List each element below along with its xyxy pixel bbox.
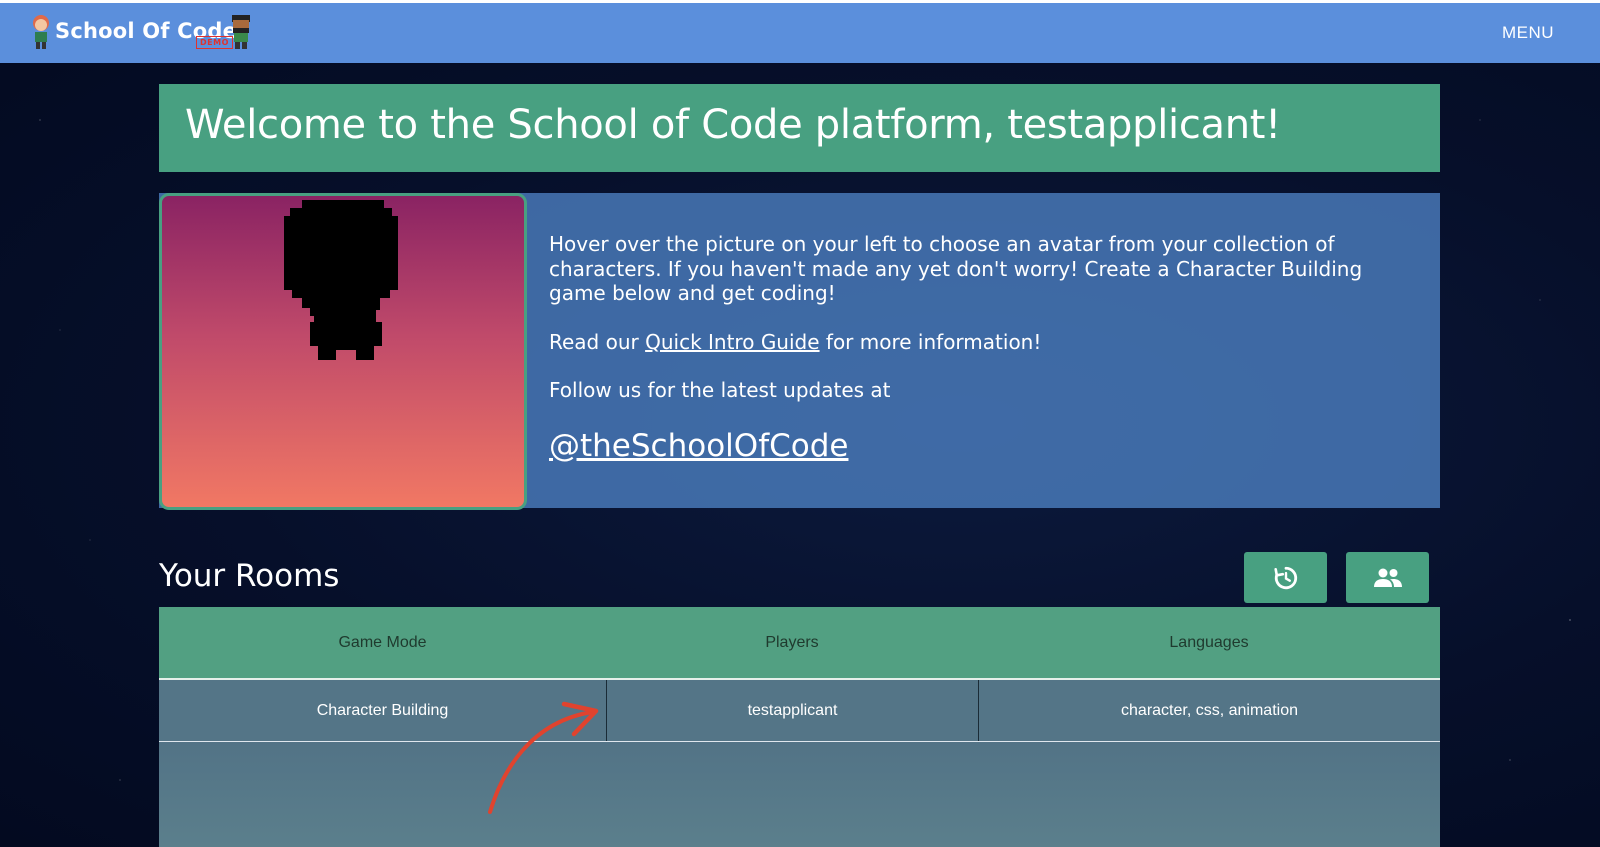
logo-character-right-icon	[232, 15, 250, 49]
intro-paragraph: Hover over the picture on your left to c…	[549, 232, 1363, 305]
table-header: Game Mode Players Languages	[159, 607, 1440, 680]
refresh-rooms-button[interactable]	[1244, 552, 1327, 603]
column-header-game-mode[interactable]: Game Mode	[159, 607, 606, 678]
welcome-title: Welcome to the School of Code platform, …	[185, 102, 1281, 148]
annotation-arrow-icon	[488, 701, 599, 814]
guide-prefix: Read our	[549, 329, 646, 354]
your-rooms-title: Your Rooms	[159, 558, 340, 594]
guide-line: Read our Quick Intro Guide for more info…	[549, 330, 1409, 355]
menu-button[interactable]: MENU	[1502, 23, 1554, 43]
welcome-banner: Welcome to the School of Code platform, …	[159, 84, 1440, 172]
column-header-languages[interactable]: Languages	[978, 607, 1440, 678]
table-row[interactable]: Character Building testapplicant charact…	[159, 680, 1440, 742]
cell-languages: character, css, animation	[978, 680, 1440, 741]
twitter-handle-link[interactable]: @theSchoolOfCode	[549, 428, 848, 464]
avatar-picker[interactable]	[159, 193, 527, 510]
table-empty-area	[159, 742, 1440, 847]
site-logo[interactable]: School Of Code DEMO	[28, 12, 268, 54]
logo-character-left-icon	[33, 15, 49, 49]
join-room-button[interactable]	[1346, 552, 1429, 603]
history-refresh-icon	[1273, 566, 1297, 589]
intro-text: Hover over the picture on your left to c…	[549, 232, 1409, 427]
rooms-table: Game Mode Players Languages Character Bu…	[159, 607, 1440, 742]
people-group-icon	[1373, 568, 1402, 587]
cell-players: testapplicant	[606, 680, 978, 741]
follow-text: Follow us for the latest updates at	[549, 378, 891, 402]
column-header-players[interactable]: Players	[606, 607, 978, 678]
avatar-silhouette-icon	[284, 200, 398, 360]
top-navbar: School Of Code DEMO MENU	[0, 3, 1600, 63]
quick-intro-guide-link[interactable]: Quick Intro Guide	[645, 330, 819, 354]
guide-suffix: for more information!	[819, 329, 1042, 354]
